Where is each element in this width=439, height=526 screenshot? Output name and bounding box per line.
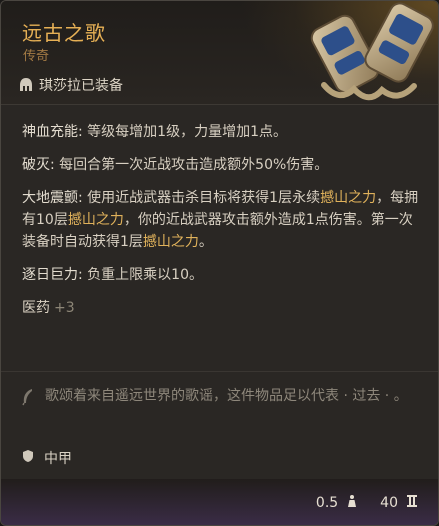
equipped-label: 琪莎拉已装备 [39,78,123,94]
skill-value: +3 [54,300,75,316]
section-divider [1,371,438,372]
item-rarity: 传奇 [23,49,50,64]
gold-icon [406,494,418,512]
feather-icon [21,385,35,413]
property-desc: 负重上限乘以10。 [87,267,203,283]
lore-text: 歌颂着来自遥远世界的歌谣，这件物品足以代表 · 过去 · 。 [45,388,408,404]
item-title: 远古之歌 [22,21,106,45]
mountain-power-link[interactable]: 撼山之力 [143,234,199,250]
property-desc: 每回合第一次近战攻击造成额外50%伤害。 [59,157,329,173]
price-value: 40 [380,495,398,511]
property-name: 逐日巨力: [22,267,83,283]
property-divine-charge: 神血充能: 等级每增加1级，力量增加1点。 [22,121,420,143]
item-stats: 0.5 40 [316,494,418,512]
helmet-icon [19,77,33,93]
skill-bonus: 医药 +3 [22,297,420,319]
tooltip-header: 远古之歌 传奇 琪莎拉已装备 [1,1,438,105]
property-ruin: 破灭: 每回合第一次近战攻击造成额外50%伤害。 [22,154,420,176]
armor-type-label: 中甲 [44,451,72,467]
armor-type: 中甲 [22,448,72,468]
item-tooltip: 远古之歌 传奇 琪莎拉已装备 神血充能: 等级每增加1级，力量增加1点。 破灭:… [0,0,439,526]
property-earthquake: 大地震颤: 使用近战武器击杀目标将获得1层永续撼山之力，每拥有10层撼山之力，你… [22,187,420,253]
property-desc-part: 使用近战武器击杀目标将获得1层永续 [87,190,321,206]
weight-value: 0.5 [315,495,339,511]
mountain-power-link[interactable]: 撼山之力 [68,212,124,228]
item-properties: 神血充能: 等级每增加1级，力量增加1点。 破灭: 每回合第一次近战攻击造成额外… [1,105,438,319]
property-name: 破灭: [22,157,55,173]
tooltip-footer: 0.5 40 [1,479,438,525]
equipped-status: 琪莎拉已装备 [19,75,123,95]
shield-icon [22,449,34,467]
skill-name: 医药 [22,300,50,316]
property-name: 大地震颤: [22,190,83,206]
property-desc-part: 。 [198,234,213,250]
weight-icon [346,494,358,512]
property-name: 神血充能: [22,124,83,140]
property-desc: 等级每增加1级，力量增加1点。 [87,124,287,140]
property-sun-strength: 逐日巨力: 负重上限乘以10。 [22,264,420,286]
lore-section: 歌颂着来自遥远世界的歌谣，这件物品足以代表 · 过去 · 。 [21,385,420,413]
gauntlets-icon [294,1,438,112]
mountain-power-link[interactable]: 撼山之力 [320,190,376,206]
